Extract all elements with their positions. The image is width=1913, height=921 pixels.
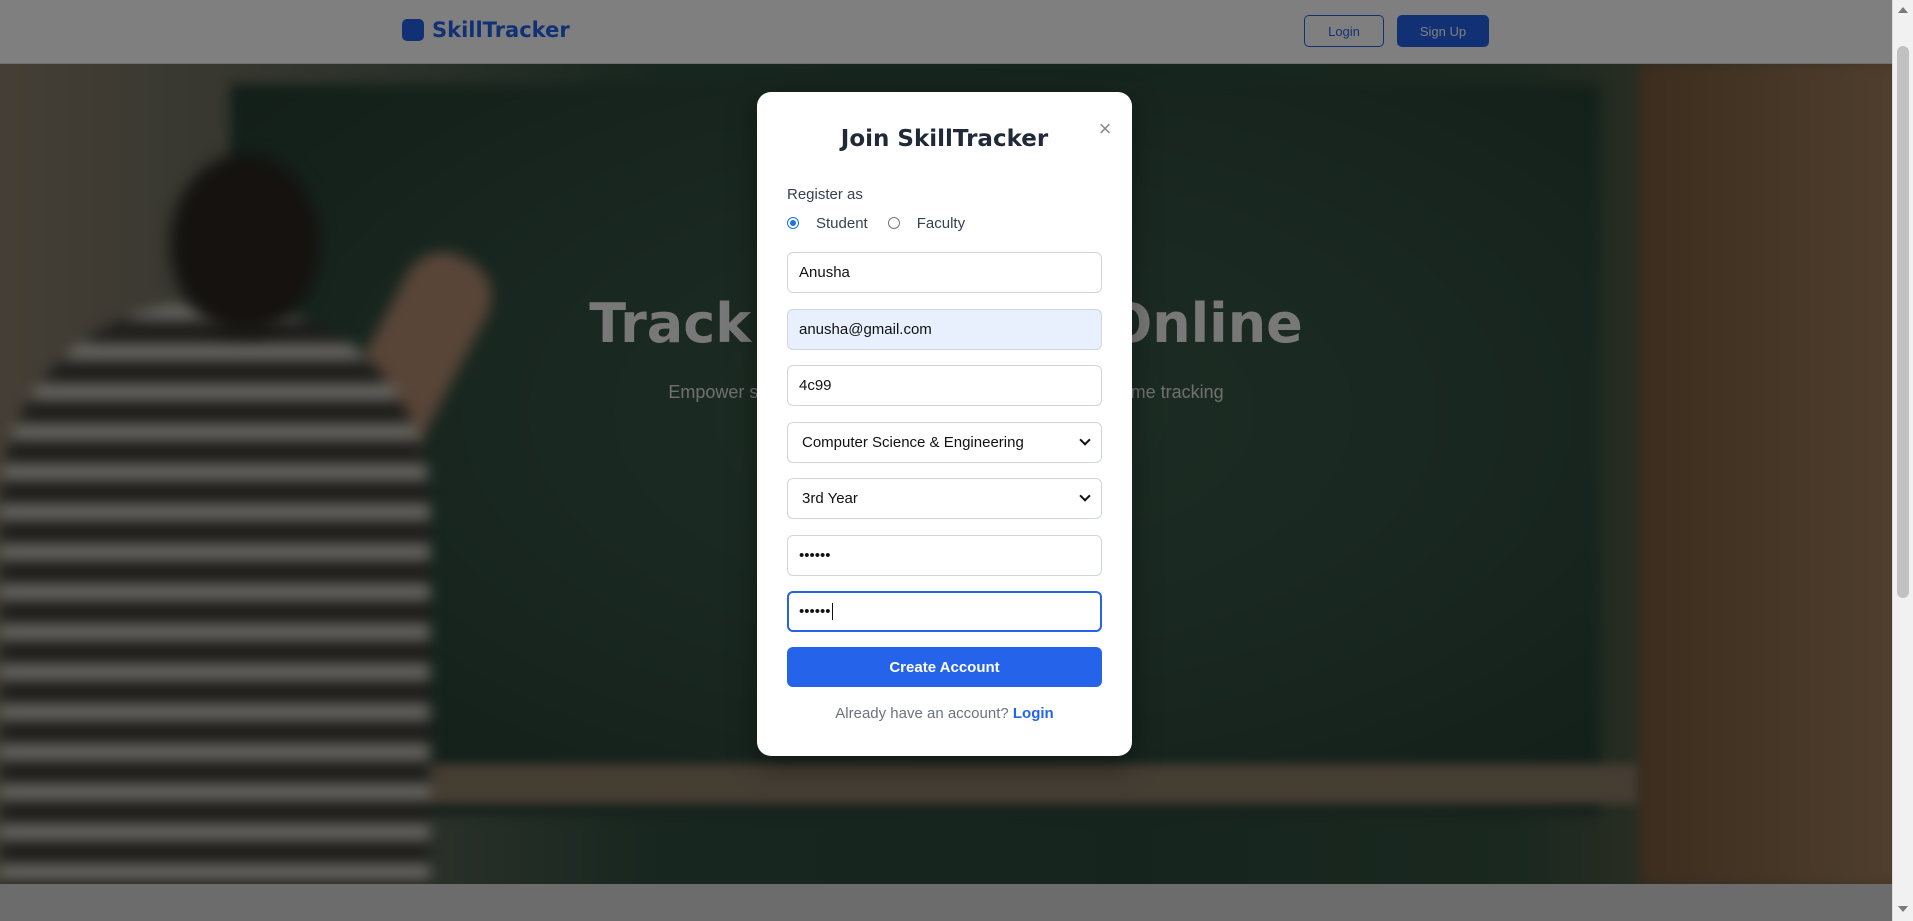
login-link[interactable]: Login: [1013, 705, 1054, 722]
chevron-down-icon: [1079, 490, 1091, 502]
role-radio-group: Student Faculty: [787, 213, 985, 233]
chevron-down-icon: [1079, 434, 1091, 446]
year-select-value: 3rd Year: [802, 490, 858, 507]
login-prompt-text: Already have an account?: [835, 705, 1009, 722]
confirm-password-input[interactable]: ••••••: [787, 591, 1102, 632]
department-select-value: Computer Science & Engineering: [802, 434, 1024, 451]
id-input[interactable]: 4c99: [787, 365, 1102, 406]
name-input[interactable]: Anusha: [787, 252, 1102, 293]
signup-modal: Join SkillTracker × Register as Student …: [757, 92, 1132, 756]
login-prompt: Already have an account? Login: [757, 705, 1132, 722]
confirm-password-input-value: ••••••: [799, 603, 831, 620]
scroll-thumb[interactable]: [1897, 46, 1909, 598]
student-radio-label[interactable]: Student: [816, 215, 868, 232]
modal-title: Join SkillTracker: [840, 126, 1049, 152]
id-input-value: 4c99: [799, 377, 832, 394]
student-radio[interactable]: [787, 217, 799, 229]
email-input[interactable]: anusha@gmail.com: [787, 309, 1102, 350]
register-as-label: Register as: [787, 186, 863, 203]
scroll-down-arrow-icon[interactable]: [1898, 906, 1908, 912]
email-input-value: anusha@gmail.com: [799, 321, 932, 338]
password-input[interactable]: ••••••: [787, 535, 1102, 576]
faculty-radio-label[interactable]: Faculty: [917, 215, 965, 232]
create-account-button[interactable]: Create Account: [787, 647, 1102, 687]
text-cursor: [831, 603, 833, 620]
page-scrollbar[interactable]: [1892, 0, 1913, 921]
name-input-value: Anusha: [799, 264, 850, 281]
scroll-up-arrow-icon[interactable]: [1898, 7, 1908, 13]
password-input-value: ••••••: [799, 547, 831, 564]
year-select[interactable]: 3rd Year: [787, 478, 1102, 519]
close-icon[interactable]: ×: [1094, 118, 1116, 140]
faculty-radio[interactable]: [887, 217, 900, 229]
department-select[interactable]: Computer Science & Engineering: [787, 422, 1102, 463]
